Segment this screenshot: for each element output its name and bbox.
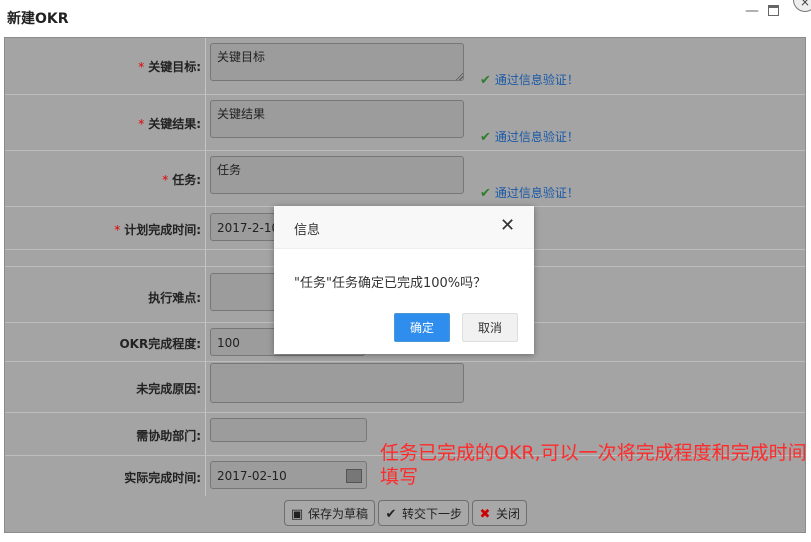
- maximize-button[interactable]: [768, 5, 779, 16]
- task-textarea[interactable]: 任务: [210, 156, 464, 194]
- dept-input[interactable]: [210, 418, 367, 442]
- check-icon: ✔: [480, 73, 491, 88]
- validation-message: ✔ 通过信息验证！: [480, 130, 579, 145]
- window-title: 新建OKR: [7, 11, 69, 27]
- reason-label: 未完成原因:: [136, 382, 201, 396]
- dialog-message: "任务"任务确定已完成100%吗？: [294, 276, 487, 291]
- validation-message: ✔ 通过信息验证！: [480, 186, 579, 201]
- key-result-label: * 关键结果:: [138, 117, 201, 131]
- close-button[interactable]: ✖ 关闭: [472, 500, 528, 526]
- window-titlebar: 新建OKR — ×: [0, 0, 811, 34]
- completion-label: OKR完成程度:: [119, 337, 201, 351]
- actual-time-value: 2017-02-10: [217, 469, 287, 483]
- annotation-note: 任务已完成的OKR,可以一次将完成程度和完成时间填写: [380, 442, 807, 488]
- check-icon: ✔: [480, 130, 491, 145]
- save-draft-button[interactable]: ▣ 保存为草稿: [284, 500, 376, 526]
- reason-textarea[interactable]: [210, 363, 464, 403]
- required-mark: *: [162, 173, 169, 187]
- difficulty-label: 执行难点:: [148, 291, 201, 305]
- dialog-ok-button[interactable]: 确定: [394, 313, 450, 342]
- key-objective-textarea[interactable]: 关键目标: [210, 43, 464, 81]
- row-key-result: * 关键结果: 关键结果 ✔ 通过信息验证！: [5, 94, 805, 150]
- next-step-button[interactable]: ✔ 转交下一步: [378, 500, 470, 526]
- row-key-objective: * 关键目标: 关键目标 ✔ 通过信息验证！: [5, 38, 805, 93]
- x-icon: ✖: [479, 507, 491, 522]
- key-objective-label: * 关键目标:: [138, 60, 201, 74]
- required-mark: *: [138, 117, 145, 131]
- dialog-header: 信息 ✕: [274, 206, 534, 249]
- minimize-button[interactable]: —: [745, 3, 759, 19]
- actual-time-input[interactable]: 2017-02-10: [210, 461, 367, 489]
- row-task: * 任务: 任务 ✔ 通过信息验证！: [5, 150, 805, 206]
- resize-grip[interactable]: [455, 72, 463, 80]
- validation-message: ✔ 通过信息验证！: [480, 73, 579, 88]
- dialog-title: 信息: [294, 223, 321, 238]
- required-mark: *: [114, 223, 121, 237]
- check-icon: ✔: [480, 186, 491, 201]
- dialog-close-icon[interactable]: ✕: [500, 217, 515, 235]
- actual-time-label: 实际完成时间:: [124, 471, 201, 485]
- check-icon: ✔: [385, 507, 397, 522]
- row-reason: 未完成原因:: [5, 361, 805, 412]
- key-result-textarea[interactable]: 关键结果: [210, 100, 464, 138]
- calendar-icon[interactable]: [346, 469, 362, 483]
- dialog-cancel-button[interactable]: 取消: [462, 313, 518, 342]
- confirm-dialog: 信息 ✕ "任务"任务确定已完成100%吗？ 确定 取消: [274, 206, 534, 354]
- save-icon: ▣: [290, 507, 304, 522]
- plan-time-label: * 计划完成时间:: [114, 223, 201, 237]
- required-mark: *: [138, 60, 145, 74]
- task-label: * 任务:: [162, 173, 201, 187]
- dept-label: 需协助部门:: [136, 429, 201, 443]
- form-button-bar: ▣ 保存为草稿 ✔ 转交下一步 ✖ 关闭: [4, 496, 806, 533]
- close-window-button[interactable]: ×: [793, 0, 811, 12]
